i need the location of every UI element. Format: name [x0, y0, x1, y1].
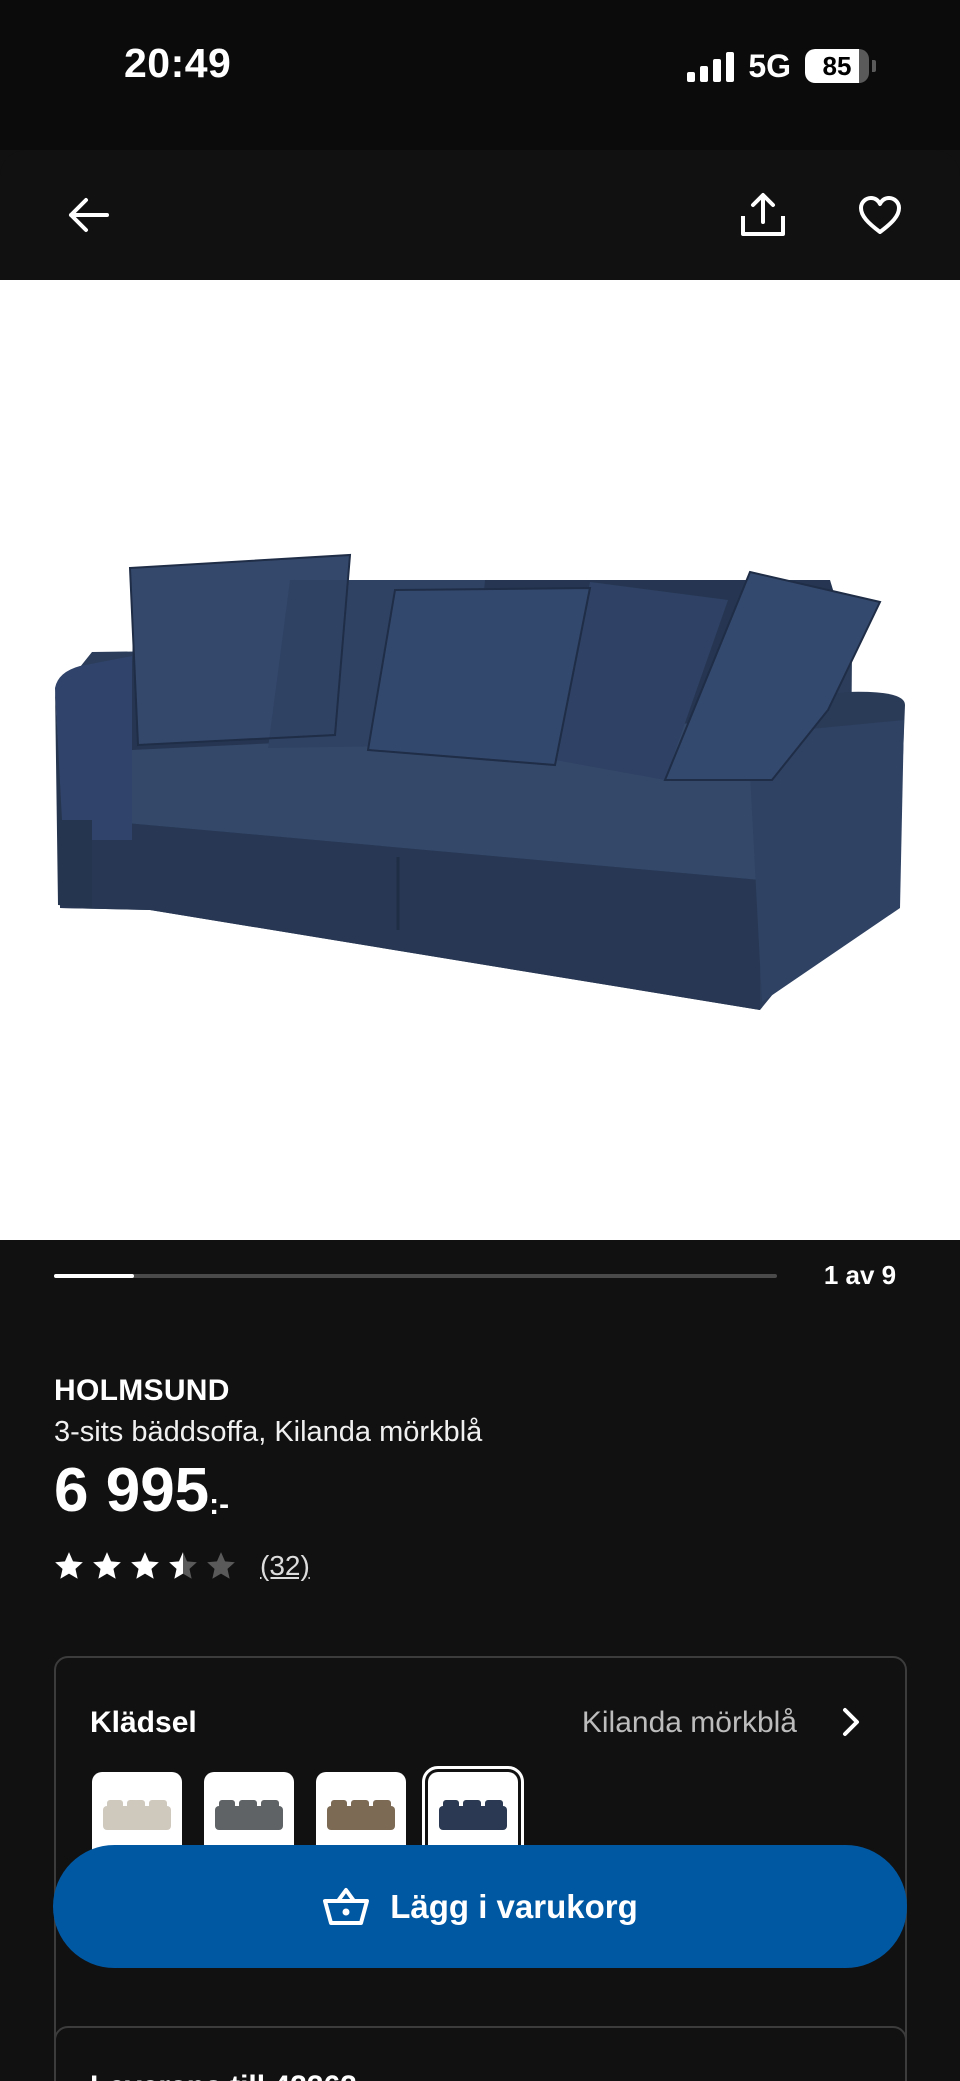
product-image[interactable] [0, 280, 960, 1240]
delivery-label: Leverans till 42262 [90, 2070, 357, 2081]
product-rating[interactable]: (32) [54, 1550, 310, 1582]
chevron-right-icon [843, 1708, 859, 1736]
add-to-cart-button[interactable]: Lägg i varukorg [53, 1845, 907, 1968]
upholstery-chevron-button[interactable] [831, 1702, 871, 1742]
rating-stars [54, 1551, 236, 1581]
heart-icon [859, 196, 901, 234]
gallery-position: 1 av 9 [823, 1260, 897, 1290]
price-suffix: :- [209, 1488, 230, 1521]
upholstery-title: Klädsel [90, 1706, 197, 1739]
star-icon [169, 1552, 197, 1579]
star-icon [55, 1552, 83, 1579]
star-icon [131, 1552, 159, 1579]
star-icon [207, 1552, 235, 1579]
add-to-cart-label: Lägg i varukorg [390, 1887, 638, 1925]
signal-icon [687, 50, 735, 82]
share-icon [741, 193, 785, 236]
top-nav [0, 150, 960, 280]
product-name: HOLMSUND [54, 1374, 230, 1407]
product-price: 6 995 :- [54, 1460, 229, 1522]
delivery-card[interactable]: Leverans till 42262 [54, 2026, 907, 2081]
price-amount: 6 995 [54, 1456, 210, 1525]
battery-percent: 85 [822, 50, 852, 81]
product-description: 3-sits bäddsoffa, Kilanda mörkblå [54, 1416, 483, 1448]
status-indicators: 5G 85 [687, 46, 876, 86]
share-button[interactable] [728, 180, 798, 250]
battery-icon: 85 [805, 49, 876, 83]
gallery-progress [54, 1274, 777, 1278]
gallery-progress-fill [54, 1274, 135, 1278]
status-time: 20:49 [124, 40, 232, 86]
arrow-left-icon [69, 198, 109, 232]
back-button[interactable] [54, 180, 124, 250]
basket-icon [323, 1887, 370, 1925]
star-icon [93, 1552, 121, 1579]
network-type: 5G [748, 47, 791, 84]
favorite-button[interactable] [845, 180, 915, 250]
status-bar: 20:49 5G 85 [0, 0, 960, 150]
sofa-image [55, 553, 905, 1010]
rating-count-link[interactable]: (32) [260, 1550, 310, 1582]
upholstery-selected-value: Kilanda mörkblå [581, 1706, 797, 1739]
